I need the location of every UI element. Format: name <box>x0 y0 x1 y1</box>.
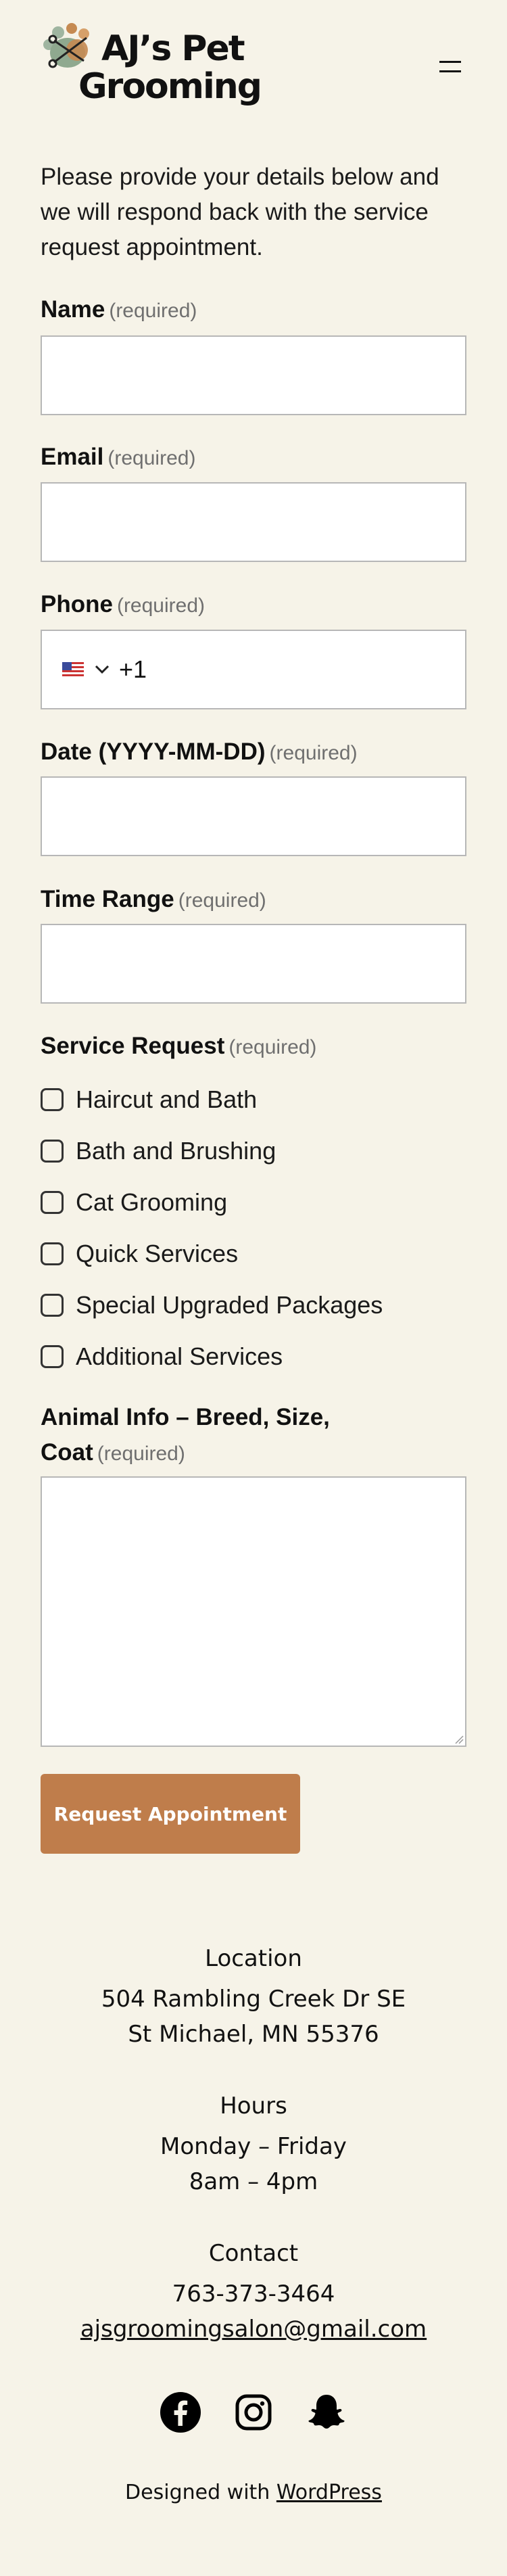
facebook-icon[interactable] <box>159 2391 202 2434</box>
hamburger-menu-icon[interactable] <box>433 55 466 80</box>
contact-section: Contact 763-373-3464 ajsgroomingsalon@gm… <box>0 2236 507 2347</box>
date-field[interactable] <box>41 776 466 856</box>
site-header: AJ’s Pet Grooming <box>0 0 507 135</box>
email-label-text: Email <box>41 444 104 470</box>
social-links <box>0 2391 507 2435</box>
us-flag-icon <box>62 662 84 677</box>
checkbox[interactable] <box>41 1294 64 1317</box>
animal-info-label-line-2: Coat <box>41 1439 93 1466</box>
checkbox-label: Haircut and Bath <box>76 1085 258 1113</box>
required-hint: (required) <box>116 594 206 617</box>
checkbox[interactable] <box>41 1140 64 1163</box>
date-label: Date (YYYY-MM-DD) (required) <box>41 739 358 766</box>
animal-info-textarea[interactable] <box>41 1476 466 1747</box>
contact-heading: Contact <box>208 2240 299 2267</box>
time-range-field[interactable] <box>41 924 466 1004</box>
checkbox-label: Quick Services <box>76 1240 239 1267</box>
animal-info-label: Animal Info – Breed, Size, Coat (required… <box>41 1400 379 1472</box>
required-hint: (required) <box>269 742 358 764</box>
checkbox-label: Bath and Brushing <box>76 1137 276 1165</box>
phone-field[interactable]: +1 <box>41 630 466 709</box>
email-label: Email (required) <box>41 444 195 471</box>
address-line-2: St Michael, MN 55376 <box>128 2021 379 2048</box>
hours-heading: Hours <box>220 2092 287 2120</box>
location-section: Location 504 Rambling Creek Dr SE St Mic… <box>0 1941 507 2052</box>
logo-line-2: Grooming <box>78 66 262 107</box>
name-label-text: Name <box>41 296 105 323</box>
required-hint: (required) <box>107 447 196 469</box>
service-request-label: Service Request (required) <box>41 1033 316 1060</box>
location-heading: Location <box>205 1945 302 1972</box>
phone-country-selector[interactable]: +1 <box>62 631 147 708</box>
checkbox[interactable] <box>41 1242 64 1265</box>
name-label: Name (required) <box>41 296 197 323</box>
checkbox[interactable] <box>41 1191 64 1214</box>
required-hint: (required) <box>109 300 197 322</box>
hours-days: Monday – Friday <box>160 2133 347 2160</box>
service-option-haircut-and-bath[interactable]: Haircut and Bath <box>41 1083 257 1117</box>
service-option-quick-services[interactable]: Quick Services <box>41 1237 238 1271</box>
phone-label: Phone (required) <box>41 591 205 618</box>
name-field[interactable] <box>41 335 466 415</box>
site-logo[interactable]: AJ’s Pet Grooming <box>39 20 262 115</box>
logo-line-1: AJ’s Pet <box>101 28 245 69</box>
snapchat-icon[interactable] <box>305 2391 348 2434</box>
contact-phone[interactable]: 763-373-3464 <box>0 2276 507 2312</box>
form-intro: Please provide your details below and we… <box>41 164 439 260</box>
request-appointment-button[interactable]: Request Appointment <box>41 1774 300 1854</box>
logo-wordmark: AJ’s Pet Grooming <box>59 28 262 107</box>
animal-info-label-line-1: Animal Info – Breed, Size, <box>41 1404 330 1430</box>
service-option-cat-grooming[interactable]: Cat Grooming <box>41 1186 227 1219</box>
credit-prefix: Designed with <box>125 2481 276 2504</box>
checkbox[interactable] <box>41 1345 64 1368</box>
service-option-bath-and-brushing[interactable]: Bath and Brushing <box>41 1134 276 1168</box>
hours-time: 8am – 4pm <box>189 2168 318 2195</box>
email-field[interactable] <box>41 482 466 562</box>
date-label-text: Date (YYYY-MM-DD) <box>41 739 266 765</box>
service-option-additional-services[interactable]: Additional Services <box>41 1340 283 1374</box>
phone-dial-code: +1 <box>119 655 147 683</box>
hours-section: Hours Monday – Friday 8am – 4pm <box>0 2088 507 2199</box>
checkbox-label: Special Upgraded Packages <box>76 1291 383 1319</box>
chevron-down-icon <box>95 665 110 674</box>
address-line-1: 504 Rambling Creek Dr SE <box>101 1986 406 2013</box>
service-request-label-text: Service Request <box>41 1033 225 1059</box>
checkbox[interactable] <box>41 1088 64 1111</box>
time-range-label: Time Range (required) <box>41 886 266 913</box>
checkbox-label: Cat Grooming <box>76 1188 228 1216</box>
checkbox-label: Additional Services <box>76 1342 283 1370</box>
wordpress-link[interactable]: WordPress <box>276 2481 382 2504</box>
resize-handle-icon[interactable] <box>454 1735 464 1744</box>
time-range-label-text: Time Range <box>41 886 174 912</box>
phone-label-text: Phone <box>41 591 113 617</box>
required-hint: (required) <box>228 1036 317 1058</box>
service-option-special-upgraded-packages[interactable]: Special Upgraded Packages <box>41 1288 383 1322</box>
site-credit: Designed with WordPress <box>0 2481 507 2504</box>
required-hint: (required) <box>97 1443 185 1465</box>
contact-email-link[interactable]: ajsgroomingsalon@gmail.com <box>0 2312 507 2347</box>
required-hint: (required) <box>178 889 266 912</box>
instagram-icon[interactable] <box>232 2391 275 2434</box>
